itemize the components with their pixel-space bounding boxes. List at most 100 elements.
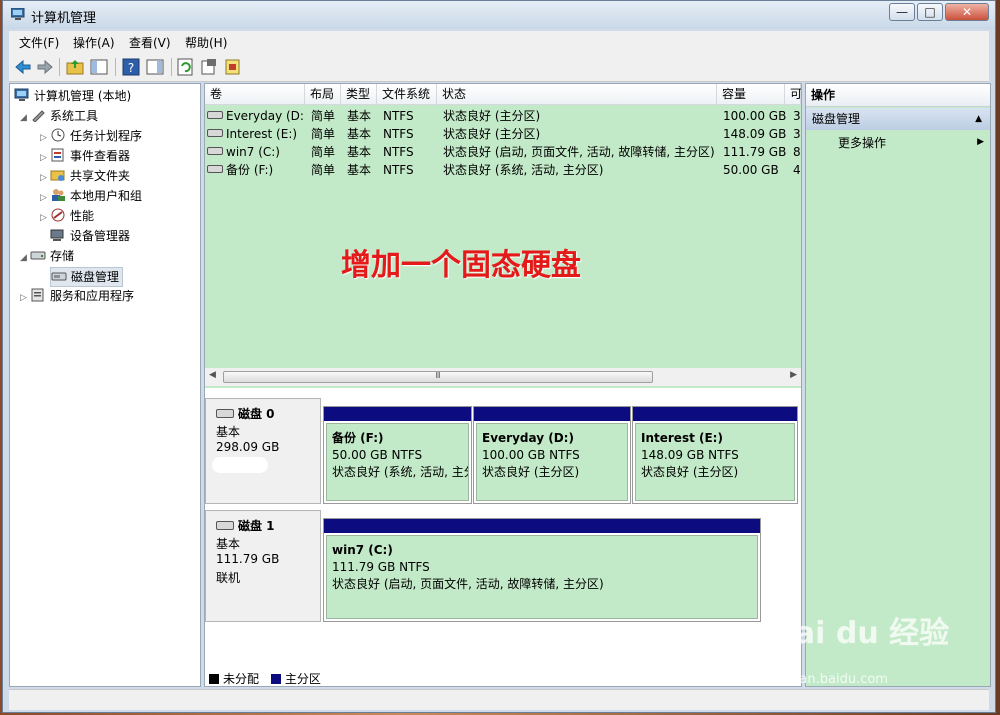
tree-root[interactable]: 计算机管理 (本地) — [14, 87, 131, 105]
computer-icon — [14, 88, 29, 101]
forward-arrow-icon[interactable] — [35, 57, 55, 77]
partition-name: 备份 (F:) — [332, 431, 384, 445]
menu-file[interactable]: 文件(F) — [19, 34, 59, 51]
drive-icon — [207, 165, 223, 173]
tree-item-performance[interactable]: ▷ 性能 — [40, 207, 94, 225]
partition-d[interactable]: Everyday (D:) 100.00 GB NTFS 状态良好 (主分区) — [473, 406, 631, 504]
menu-action[interactable]: 操作(A) — [73, 34, 115, 51]
more-actions-item[interactable]: 更多操作 — [838, 134, 886, 152]
primary-partition-bar — [324, 519, 760, 533]
disk-1-label[interactable]: 磁盘 1 基本 111.79 GB 联机 — [205, 510, 321, 622]
tree-root-label: 计算机管理 (本地) — [34, 89, 132, 103]
actions-section-disk-management[interactable]: 磁盘管理 ▲ — [806, 108, 990, 130]
disk-type: 基本 — [216, 425, 241, 439]
shared-folder-icon — [50, 170, 65, 181]
partition-status: 状态良好 (主分区) — [482, 465, 580, 479]
toolbar-separator — [171, 58, 172, 76]
capacity-cell: 50.00 GB — [723, 163, 779, 177]
column-header-layout[interactable]: 布局 — [305, 84, 341, 105]
expand-arrow-icon[interactable]: ▷ — [20, 289, 30, 307]
scrollbar-thumb[interactable]: Ⅲ — [223, 371, 653, 383]
column-header-status[interactable]: 状态 — [437, 84, 717, 105]
drive-icon — [207, 147, 223, 155]
help-icon[interactable]: ? — [121, 57, 141, 77]
free-cell: 3 — [793, 127, 801, 141]
maximize-button[interactable]: □ — [917, 3, 943, 21]
type-cell: 基本 — [347, 145, 372, 159]
storage-icon — [30, 251, 46, 260]
center-pane: 卷 布局 类型 文件系统 状态 容量 可 Everyday (D:) 简单 基本… — [204, 83, 802, 687]
drive-icon — [207, 111, 223, 119]
volume-name: win7 (C:) — [226, 145, 280, 159]
computer-management-window: 计算机管理 — □ ✕ 文件(F) 操作(A) 查看(V) 帮助(H) ? 计算… — [2, 0, 996, 713]
up-folder-icon[interactable] — [65, 57, 85, 77]
expand-arrow-icon[interactable]: ▷ — [40, 129, 50, 147]
expand-arrow-icon[interactable]: ▷ — [40, 149, 50, 167]
legend-primary: 主分区 — [284, 672, 321, 686]
device-manager-icon — [50, 229, 64, 241]
column-header-capacity[interactable]: 容量 — [717, 84, 785, 105]
status-cell: 状态良好 (主分区) — [443, 127, 541, 141]
partition-size: 100.00 GB NTFS — [482, 448, 580, 462]
disk-0-label[interactable]: 磁盘 0 基本 298.09 GB — [205, 398, 321, 504]
tree-label: 设备管理器 — [70, 229, 131, 243]
tree-label: 系统工具 — [50, 109, 99, 123]
tree-label: 事件查看器 — [70, 149, 131, 163]
collapse-arrow-icon[interactable]: ◢ — [20, 249, 30, 267]
tree-item-event-viewer[interactable]: ▷ 事件查看器 — [40, 147, 130, 165]
tree-item-device-manager[interactable]: 设备管理器 — [50, 227, 130, 245]
submenu-arrow-icon[interactable]: ▶ — [977, 137, 984, 147]
properties-icon[interactable] — [199, 57, 219, 77]
tree-item-services-apps[interactable]: ▷ 服务和应用程序 — [20, 287, 134, 305]
tree-item-system-tools[interactable]: ◢ 系统工具 — [20, 107, 98, 125]
column-header-volume[interactable]: 卷 — [205, 84, 305, 105]
layout-cell: 简单 — [311, 109, 336, 123]
partition-f[interactable]: 备份 (F:) 50.00 GB NTFS 状态良好 (系统, 活动, 主分区) — [323, 406, 472, 504]
expand-arrow-icon[interactable]: ▷ — [40, 189, 50, 207]
free-cell: 3 — [793, 109, 801, 123]
column-header-type[interactable]: 类型 — [341, 84, 377, 105]
disk-name: 磁盘 1 — [238, 519, 275, 533]
type-cell: 基本 — [347, 163, 372, 177]
horizontal-scrollbar[interactable]: ◀ Ⅲ ▶ — [205, 368, 801, 386]
tree-label: 本地用户和组 — [70, 189, 143, 203]
column-header-filesystem[interactable]: 文件系统 — [377, 84, 437, 105]
export-list-icon[interactable] — [223, 57, 243, 77]
expand-arrow-icon[interactable]: ▷ — [40, 209, 50, 227]
collapse-arrow-icon[interactable]: ◢ — [20, 109, 30, 127]
partition-name: Everyday (D:) — [482, 431, 574, 445]
partition-body: 备份 (F:) 50.00 GB NTFS 状态良好 (系统, 活动, 主分区) — [326, 423, 469, 501]
free-cell: 8 — [793, 145, 801, 159]
toolbar-separator — [59, 58, 60, 76]
menu-help[interactable]: 帮助(H) — [185, 34, 227, 51]
partition-e[interactable]: Interest (E:) 148.09 GB NTFS 状态良好 (主分区) — [632, 406, 798, 504]
tree-item-disk-management[interactable]: 磁盘管理 — [50, 267, 124, 287]
tree-item-shared-folders[interactable]: ▷ 共享文件夹 — [40, 167, 130, 185]
svg-text:?: ? — [128, 61, 134, 75]
minimize-button[interactable]: — — [889, 3, 915, 21]
refresh-icon[interactable] — [175, 57, 195, 77]
watermark-url: jingyan.baidu.com — [768, 672, 888, 687]
title-bar[interactable]: 计算机管理 — □ ✕ — [3, 1, 995, 29]
partition-status: 状态良好 (主分区) — [641, 465, 739, 479]
expand-arrow-icon[interactable]: ▷ — [40, 169, 50, 187]
tree-item-task-scheduler[interactable]: ▷ 任务计划程序 — [40, 127, 142, 145]
capacity-cell: 111.79 GB — [723, 145, 787, 159]
scroll-right-arrow-icon[interactable]: ▶ — [790, 370, 797, 380]
tree-item-storage[interactable]: ◢ 存储 — [20, 247, 74, 265]
users-icon — [52, 189, 65, 201]
disk-icon — [216, 409, 234, 418]
tree-item-local-users[interactable]: ▷ 本地用户和组 — [40, 187, 142, 205]
column-header-free[interactable]: 可 — [785, 84, 801, 105]
show-hide-tree-icon[interactable] — [89, 57, 109, 77]
partition-c[interactable]: win7 (C:) 111.79 GB NTFS 状态良好 (启动, 页面文件,… — [323, 518, 761, 622]
back-arrow-icon[interactable] — [13, 57, 33, 77]
volume-name: Everyday (D:) — [226, 109, 305, 123]
status-bar — [9, 689, 989, 710]
show-hide-action-pane-icon[interactable] — [145, 57, 165, 77]
collapse-up-icon[interactable]: ▲ — [975, 108, 982, 130]
scroll-left-arrow-icon[interactable]: ◀ — [209, 370, 216, 380]
menu-view[interactable]: 查看(V) — [129, 34, 171, 51]
close-button[interactable]: ✕ — [945, 3, 989, 21]
partition-body: Interest (E:) 148.09 GB NTFS 状态良好 (主分区) — [635, 423, 795, 501]
